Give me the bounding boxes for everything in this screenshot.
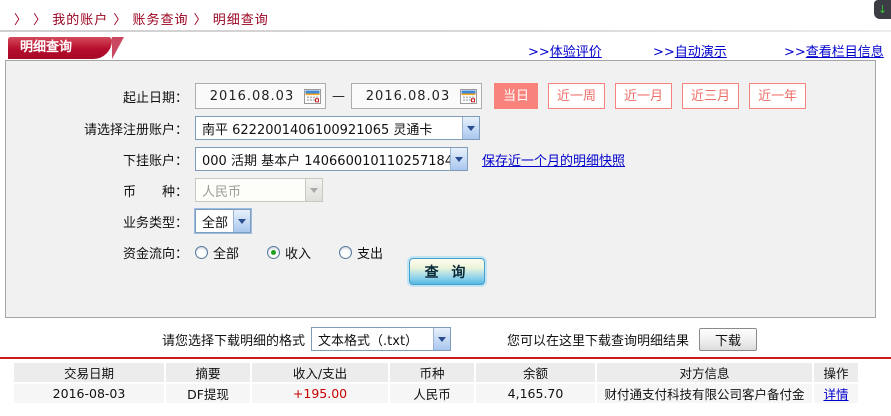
header-income-expense: 收入/支出	[252, 363, 388, 382]
business-type-select[interactable]: 全部	[195, 209, 251, 233]
cell-currency: 人民币	[390, 384, 474, 403]
flow-radio-income-label: 收入	[285, 246, 312, 262]
quick-range-3months-button[interactable]: 近三月	[682, 83, 740, 109]
download-format-label: 请您选择下载明细的格式	[162, 333, 306, 349]
download-format-select[interactable]: 文本格式（.txt）	[311, 327, 452, 351]
business-type-value: 全部	[202, 215, 229, 231]
table-header-row: 交易日期 摘要 收入/支出 币种 余额 对方信息 操作	[14, 363, 858, 382]
top-divider	[0, 30, 891, 32]
registered-account-label: 请选择注册账户：	[83, 122, 188, 138]
flow-radio-expense[interactable]: 支出	[339, 243, 383, 262]
currency-value: 人民币	[202, 184, 242, 200]
flow-radio-income[interactable]: 收入	[267, 243, 311, 262]
green-down-arrow-icon: ↓	[877, 3, 888, 16]
link-prefix: >>	[528, 45, 550, 60]
download-format-value: 文本格式（.txt）	[318, 333, 419, 349]
chevron-down-icon[interactable]	[433, 328, 451, 350]
row-date-range: 起止日期： 2016.08.03 — 2016.08.03 当日 近一周 近一月…	[6, 83, 875, 109]
cell-summary: DF提现	[166, 384, 250, 403]
cell-action: 详情	[814, 384, 858, 403]
cell-counterparty: 财付通支付科技有限公司客户备付金	[597, 384, 812, 403]
date-range-dash: —	[332, 88, 345, 104]
link-auto-demo[interactable]: >>自动演示	[653, 41, 727, 60]
fund-flow-label: 资金流向：	[122, 246, 188, 262]
currency-label: 币 种：	[122, 184, 188, 200]
row-business-type: 业务类型： 全部	[6, 209, 875, 233]
flow-radio-expense-label: 支出	[357, 246, 384, 262]
quick-range-month-button[interactable]: 近一月	[615, 83, 673, 109]
registered-account-select[interactable]: 南平 6222001406100921065 灵通卡	[195, 116, 480, 140]
download-button[interactable]: 下载	[699, 327, 758, 351]
link-prefix: >>	[784, 45, 806, 60]
download-row: 请您选择下载明细的格式 文本格式（.txt） 您可以在这里下载查询明细结果 下载	[0, 326, 891, 352]
chevron-down-icon[interactable]	[450, 148, 467, 170]
row-sub-account: 下挂账户： 000 活期 基本户 1406600101102571848 保存近…	[6, 147, 875, 171]
chevron-down-icon[interactable]	[233, 210, 250, 232]
date-range-label: 起止日期：	[122, 90, 188, 106]
download-hint: 您可以在这里下载查询明细结果	[507, 333, 690, 349]
query-button[interactable]: 查 询	[409, 258, 485, 285]
link-label: 自动演示	[674, 45, 727, 60]
chevron-down-icon	[305, 179, 322, 201]
detail-link[interactable]: 详情	[823, 387, 848, 402]
tab-label: 明细查询	[20, 40, 73, 55]
radio-icon	[195, 245, 208, 259]
registered-account-value: 南平 6222001406100921065 灵通卡	[202, 122, 433, 138]
scroll-down-widget[interactable]: ↓	[874, 0, 891, 19]
quick-range-today-button[interactable]: 当日	[494, 83, 539, 109]
quick-range-year-button[interactable]: 近一年	[749, 83, 807, 109]
chevron-down-icon[interactable]	[462, 117, 479, 139]
cell-trade-date: 2016-08-03	[14, 384, 164, 403]
flow-radio-all[interactable]: 全部	[195, 243, 239, 262]
results-table: 交易日期 摘要 收入/支出 币种 余额 对方信息 操作 2016-08-03 D…	[12, 361, 860, 405]
header-summary: 摘要	[166, 363, 250, 382]
table-top-divider	[0, 357, 891, 359]
link-label: 查看栏目信息	[805, 45, 884, 60]
save-snapshot-link[interactable]: 保存近一个月的明细快照	[482, 150, 625, 169]
radio-checked-icon	[267, 245, 281, 259]
header-trade-date: 交易日期	[14, 363, 164, 382]
currency-select: 人民币	[195, 178, 323, 202]
header-action: 操作	[814, 363, 858, 382]
date-to-input[interactable]: 2016.08.03	[351, 83, 482, 109]
row-registered-account: 请选择注册账户： 南平 6222001406100921065 灵通卡	[6, 116, 875, 140]
cell-amount: +195.00	[252, 384, 388, 403]
query-form-panel: 起止日期： 2016.08.03 — 2016.08.03 当日 近一周 近一月…	[5, 60, 876, 318]
link-experience-rating[interactable]: >>体验评价	[528, 41, 602, 60]
sub-account-value: 000 活期 基本户 1406600101102571848	[202, 153, 450, 169]
header-counterparty: 对方信息	[597, 363, 812, 382]
link-label: 体验评价	[549, 45, 602, 60]
flow-radio-all-label: 全部	[213, 246, 240, 262]
row-currency: 币 种： 人民币	[6, 178, 875, 202]
calendar-icon[interactable]	[460, 88, 477, 104]
cell-balance: 4,165.70	[476, 384, 595, 403]
date-from-value: 2016.08.03	[209, 88, 295, 104]
link-prefix: >>	[653, 45, 675, 60]
header-currency: 币种	[390, 363, 474, 382]
quick-range-week-button[interactable]: 近一周	[548, 83, 606, 109]
link-view-column-info[interactable]: >>查看栏目信息	[784, 41, 884, 60]
table-row: 2016-08-03 DF提现 +195.00 人民币 4,165.70 财付通…	[14, 384, 858, 403]
business-type-label: 业务类型：	[122, 215, 188, 231]
radio-icon	[339, 245, 353, 259]
date-from-input[interactable]: 2016.08.03	[195, 83, 326, 109]
breadcrumb[interactable]: 〉 〉 我的账户 〉 账务查询 〉 明细查询	[14, 9, 269, 28]
sub-account-select[interactable]: 000 活期 基本户 1406600101102571848	[195, 147, 468, 171]
tab-detail-query[interactable]: 明细查询	[8, 37, 124, 59]
sub-account-label: 下挂账户：	[122, 153, 188, 169]
page: 〉 〉 我的账户 〉 账务查询 〉 明细查询 ↓ 明细查询 >>体验评价 >>自…	[0, 0, 891, 416]
calendar-icon[interactable]	[304, 88, 321, 104]
header-balance: 余额	[476, 363, 595, 382]
date-to-value: 2016.08.03	[365, 88, 451, 104]
